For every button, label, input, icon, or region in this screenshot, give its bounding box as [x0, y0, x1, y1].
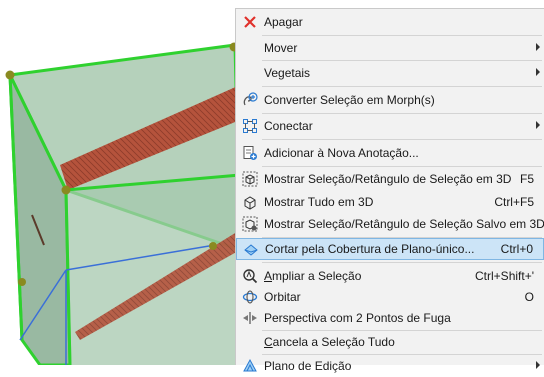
- vertex-node[interactable]: [209, 242, 217, 250]
- show-all-3d-icon: [241, 193, 259, 211]
- menu-item-perspectiva-2-pontos[interactable]: Perspectiva com 2 Pontos de Fuga: [236, 307, 544, 329]
- mnemonic-letter: C: [264, 335, 273, 349]
- menu-item-label: Mostrar Seleção/Retângulo de Seleção Sal…: [264, 217, 544, 231]
- menu-item-shortcut: Ctrl+F5: [494, 195, 534, 209]
- menu-item-label: Cortar pela Cobertura de Plano-único...: [265, 242, 475, 256]
- menu-item-label: Apagar: [264, 15, 303, 29]
- submenu-arrow-icon: [536, 121, 540, 129]
- menu-item-cortar-cobertura[interactable]: Cortar pela Cobertura de Plano-único... …: [236, 238, 544, 260]
- menu-item-label: Adicionar à Nova Anotação...: [264, 146, 419, 160]
- close-x-icon: [241, 13, 259, 31]
- menu-item-apagar[interactable]: Apagar: [236, 11, 544, 33]
- menu-item-shortcut: Ctrl+0: [500, 242, 533, 256]
- menu-item-label: Plano de Edição: [264, 359, 352, 373]
- menu-item-cancela-selecao[interactable]: Cancela a Seleção Tudo: [236, 331, 544, 353]
- submenu-arrow-icon: [536, 68, 540, 76]
- menu-item-label: Mostrar Seleção/Retângulo de Seleção em …: [264, 172, 512, 186]
- menu-separator: [262, 166, 542, 167]
- vertex-node[interactable]: [61, 185, 71, 195]
- menu-item-label: Mostrar Tudo em 3D: [264, 195, 374, 209]
- menu-item-label: Orbitar: [264, 290, 301, 304]
- zoom-selection-icon: [241, 267, 259, 285]
- annotation-icon: [241, 144, 259, 162]
- menu-item-label: Mover: [264, 41, 298, 55]
- vertex-node[interactable]: [5, 70, 15, 80]
- show-saved-3d-icon: [241, 215, 259, 233]
- editing-plane-icon: [241, 357, 259, 375]
- menu-item-label: Cancela a Seleção Tudo: [264, 335, 395, 349]
- orbit-icon: [241, 288, 259, 306]
- menu-item-mostrar-selecao-3d[interactable]: Mostrar Seleção/Retângulo de Seleção em …: [236, 168, 544, 190]
- vertex-node[interactable]: [18, 278, 26, 286]
- menu-item-label: Perspectiva com 2 Pontos de Fuga: [264, 311, 451, 325]
- menu-item-ampliar-selecao[interactable]: Ampliar a Seleção Ctrl+Shift+': [236, 265, 544, 287]
- two-point-perspective-icon: [241, 309, 259, 327]
- menu-item-shortcut: O: [524, 290, 534, 304]
- menu-item-conectar[interactable]: Conectar: [236, 115, 544, 137]
- menu-item-plano-edicao[interactable]: Plano de Edição: [236, 355, 544, 377]
- menu-item-label: Vegetais: [264, 66, 311, 80]
- menu-separator: [262, 262, 542, 263]
- menu-item-converter-morph[interactable]: Converter Seleção em Morph(s): [236, 89, 544, 111]
- context-menu: Apagar Mover Vegetais Converter Seleção …: [235, 8, 544, 373]
- trim-roof-icon: [242, 240, 260, 258]
- menu-item-adicionar-anotacao[interactable]: Adicionar à Nova Anotação...: [236, 142, 544, 164]
- menu-item-label-rest: ancela a Seleção Tudo: [272, 335, 395, 349]
- connect-icon: [241, 117, 259, 135]
- menu-item-label: Converter Seleção em Morph(s): [264, 93, 435, 107]
- submenu-arrow-icon: [536, 361, 540, 369]
- mnemonic-letter: A: [264, 269, 273, 283]
- menu-item-vegetais[interactable]: Vegetais: [236, 62, 544, 84]
- menu-item-label: Conectar: [264, 119, 313, 133]
- menu-item-shortcut: F5: [519, 172, 534, 186]
- menu-item-mover[interactable]: Mover: [236, 37, 544, 59]
- menu-separator: [262, 113, 542, 114]
- menu-item-orbitar[interactable]: Orbitar O: [236, 286, 544, 308]
- front-glass-panel: [66, 175, 240, 365]
- submenu-arrow-icon: [536, 43, 540, 51]
- menu-item-label: Ampliar a Seleção: [264, 269, 361, 283]
- menu-item-mostrar-selecao-salvo-3d[interactable]: Mostrar Seleção/Retângulo de Seleção Sal…: [236, 213, 544, 235]
- menu-item-label-rest: mpliar a Seleção: [272, 269, 362, 283]
- menu-separator: [262, 86, 542, 87]
- morph-convert-icon: [241, 91, 259, 109]
- menu-item-mostrar-tudo-3d[interactable]: Mostrar Tudo em 3D Ctrl+F5: [236, 191, 544, 213]
- menu-item-shortcut: Ctrl+Shift+': [475, 269, 534, 283]
- menu-separator: [262, 60, 542, 61]
- show-3d-selection-icon: [241, 170, 259, 188]
- menu-separator: [262, 139, 542, 140]
- menu-separator: [262, 35, 542, 36]
